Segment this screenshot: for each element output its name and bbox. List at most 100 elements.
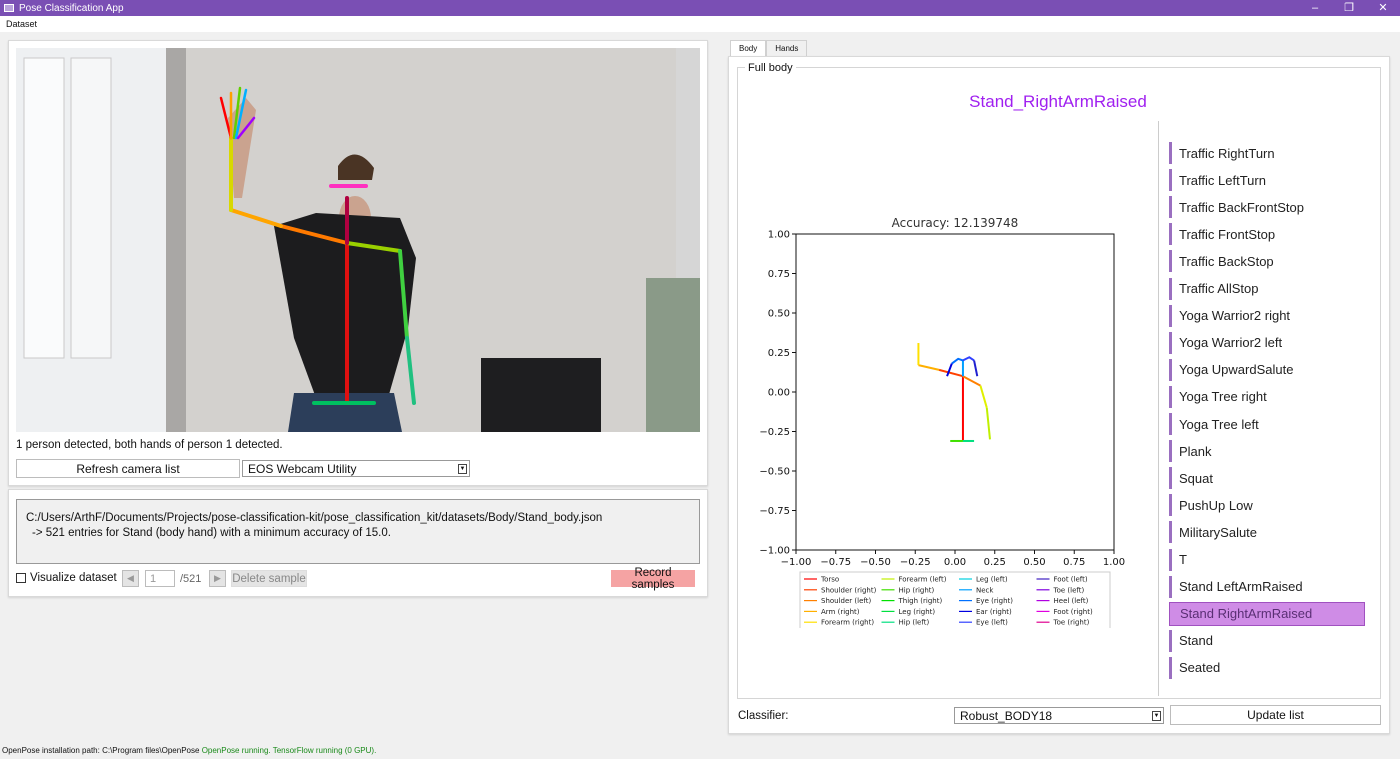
x-tick-label: 0.25 xyxy=(984,557,1006,568)
x-tick-label: 0.50 xyxy=(1023,557,1045,568)
legend-label: Arm (right) xyxy=(821,608,860,616)
body-tab-panel: Full body Stand_RightArmRaised Accuracy:… xyxy=(728,56,1390,734)
y-tick-label: −0.50 xyxy=(759,467,790,478)
legend-label: Shoulder (left) xyxy=(821,597,871,605)
group-title: Full body xyxy=(745,62,796,74)
legend-label: Neck xyxy=(976,586,994,594)
camera-panel: 1 person detected, both hands of person … xyxy=(8,40,708,486)
class-item[interactable]: Plank xyxy=(1169,439,1365,463)
previous-sample-icon[interactable]: ◀ xyxy=(122,570,139,587)
plot-area xyxy=(795,233,1115,551)
class-item[interactable]: Traffic RightTurn xyxy=(1169,141,1365,165)
y-tick-label: 0.75 xyxy=(768,269,790,280)
x-tick-label: −1.00 xyxy=(781,557,812,568)
legend-label: Eye (right) xyxy=(976,597,1013,605)
menu-bar: Dataset xyxy=(0,16,1400,32)
y-tick-label: 0.50 xyxy=(768,309,790,320)
sample-index-input[interactable]: 1 xyxy=(145,570,175,587)
class-item[interactable]: Traffic LeftTurn xyxy=(1169,168,1365,192)
classifier-select[interactable]: Robust_BODY18 ▼ xyxy=(954,707,1164,724)
openpose-path: OpenPose installation path: C:\Program f… xyxy=(2,746,200,755)
legend-label: Toe (left) xyxy=(1053,586,1085,594)
next-sample-icon[interactable]: ▶ xyxy=(209,570,226,587)
legend-label: Leg (right) xyxy=(899,608,936,616)
class-item[interactable]: Yoga Warrior2 right xyxy=(1169,304,1365,328)
visualize-dataset-checkbox[interactable]: Visualize dataset xyxy=(16,572,117,584)
y-tick-label: −1.00 xyxy=(759,546,790,557)
app-icon xyxy=(4,4,14,12)
class-item[interactable]: Seated xyxy=(1169,656,1365,680)
class-item[interactable]: Traffic BackFrontStop xyxy=(1169,195,1365,219)
dataset-panel: C:/Users/ArthF/Documents/Projects/pose-c… xyxy=(8,489,708,597)
pose-plot: Accuracy: 12.139748 −1.00 −0.75 −0.50 −0.25 0… xyxy=(759,216,1125,628)
y-tick-label: 0.00 xyxy=(768,388,790,399)
legend-label: Forearm (left) xyxy=(899,576,947,584)
x-tick-label: −0.25 xyxy=(900,557,931,568)
y-tick-label: −0.25 xyxy=(759,427,790,438)
predicted-class: Stand_RightArmRaised xyxy=(969,92,1147,111)
tab-hands[interactable]: Hands xyxy=(766,40,808,56)
openpose-status: OpenPose running. xyxy=(201,746,271,755)
restore-icon[interactable]: ❐ xyxy=(1332,0,1366,16)
classifier-label: Classifier: xyxy=(738,710,789,722)
class-item[interactable]: T xyxy=(1169,548,1365,572)
detection-status: 1 person detected, both hands of person … xyxy=(16,439,283,451)
x-tick-label: 0.75 xyxy=(1063,557,1085,568)
minimize-icon[interactable]: – xyxy=(1298,0,1332,16)
legend-label: Torso xyxy=(820,576,839,584)
dataset-info: C:/Users/ArthF/Documents/Projects/pose-c… xyxy=(16,499,700,564)
y-tick-label: −0.75 xyxy=(759,506,790,517)
x-tick-label: −0.75 xyxy=(820,557,851,568)
y-tick-label: 0.25 xyxy=(768,348,790,359)
record-samples-button[interactable]: Record samples xyxy=(611,567,695,591)
x-tick-label: −0.50 xyxy=(860,557,891,568)
body-hands-tabs: Body Hands xyxy=(730,40,808,56)
delete-sample-button[interactable]: Delete sample xyxy=(231,570,307,587)
chart-title: Accuracy: 12.139748 xyxy=(892,216,1019,230)
title-bar: Pose Classification App – ❐ ✕ xyxy=(0,0,1400,16)
class-item[interactable]: Traffic BackStop xyxy=(1169,249,1365,273)
x-tick-label: 1.00 xyxy=(1103,557,1125,568)
class-item[interactable]: Squat xyxy=(1169,466,1365,490)
chevron-down-icon: ▼ xyxy=(1152,711,1161,721)
chevron-down-icon: ▼ xyxy=(458,464,467,474)
visualize-label: Visualize dataset xyxy=(30,572,117,584)
class-item[interactable]: Traffic AllStop xyxy=(1169,277,1365,301)
legend-label: Thigh (right) xyxy=(898,597,943,605)
class-item[interactable]: PushUp Low xyxy=(1169,493,1365,517)
tab-body[interactable]: Body xyxy=(730,40,767,56)
sample-total: /521 xyxy=(180,573,202,585)
close-icon[interactable]: ✕ xyxy=(1366,0,1400,16)
window-title: Pose Classification App xyxy=(19,2,124,14)
class-item-selected[interactable]: Stand RightArmRaised xyxy=(1169,601,1365,626)
camera-select-value: EOS Webcam Utility xyxy=(248,461,357,476)
class-item[interactable]: Stand LeftArmRaised xyxy=(1169,575,1365,599)
camera-feed xyxy=(16,48,700,432)
camera-select[interactable]: EOS Webcam Utility ▼ xyxy=(242,460,470,477)
classifier-value: Robust_BODY18 xyxy=(960,708,1053,723)
update-list-button[interactable]: Update list xyxy=(1170,705,1381,725)
class-item[interactable]: Yoga Warrior2 left xyxy=(1169,331,1365,355)
refresh-camera-button[interactable]: Refresh camera list xyxy=(16,459,240,478)
y-tick-label: 1.00 xyxy=(768,230,790,241)
legend-label: Ear (right) xyxy=(976,608,1012,616)
legend-label: Leg (left) xyxy=(976,576,1008,584)
class-list[interactable]: Traffic RightTurn Traffic LeftTurn Traffic… xyxy=(1158,121,1372,696)
full-body-group: Full body Stand_RightArmRaised Accuracy:… xyxy=(737,62,1381,699)
tensorflow-status: TensorFlow running (0 GPU). xyxy=(272,746,377,755)
class-item[interactable]: MilitarySalute xyxy=(1169,520,1365,544)
class-item[interactable]: Traffic FrontStop xyxy=(1169,222,1365,246)
x-tick-label: 0.00 xyxy=(944,557,966,568)
dataset-path: C:/Users/ArthF/Documents/Projects/pose-c… xyxy=(26,512,603,524)
checkbox-icon xyxy=(16,573,26,583)
legend-label: Foot (right) xyxy=(1054,608,1093,616)
legend-label: Toe (right) xyxy=(1053,619,1090,627)
class-item[interactable]: Yoga Tree left xyxy=(1169,412,1365,436)
legend-label: Heel (left) xyxy=(1054,597,1089,605)
legend-label: Shoulder (right) xyxy=(821,586,877,594)
class-item[interactable]: Stand xyxy=(1169,629,1365,653)
class-item[interactable]: Yoga Tree right xyxy=(1169,385,1365,409)
menu-dataset[interactable]: Dataset xyxy=(0,19,43,29)
class-item[interactable]: Yoga UpwardSalute xyxy=(1169,358,1365,382)
legend-label: Hip (left) xyxy=(899,619,930,627)
